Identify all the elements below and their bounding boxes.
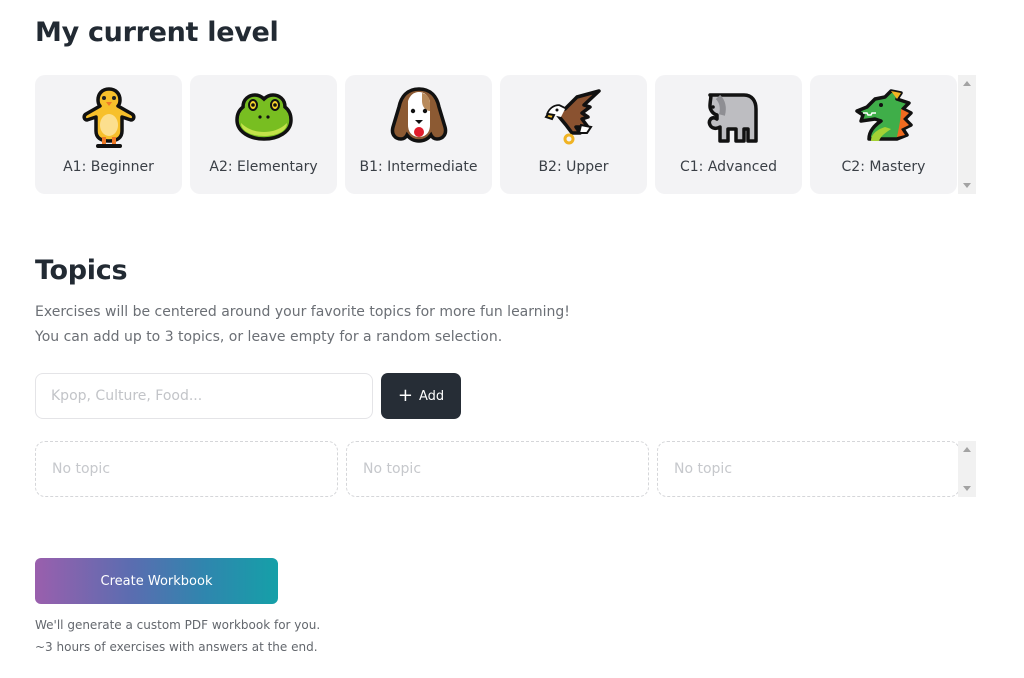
topics-heading: Topics bbox=[35, 255, 128, 286]
level-card-a2[interactable]: A2: Elementary bbox=[190, 75, 337, 194]
topic-input[interactable] bbox=[35, 373, 373, 419]
level-label: B2: Upper bbox=[538, 159, 609, 175]
scroll-up-icon[interactable] bbox=[963, 81, 971, 86]
level-list: A1: Beginner A2: Elementary B1: Intermed… bbox=[35, 75, 976, 194]
scroll-down-icon[interactable] bbox=[963, 183, 971, 188]
frog-icon bbox=[229, 83, 299, 153]
level-label: B1: Intermediate bbox=[359, 159, 478, 175]
plus-icon: + bbox=[397, 385, 413, 406]
level-label: A1: Beginner bbox=[63, 159, 154, 175]
create-note-line2: ~3 hours of exercises with answers at th… bbox=[35, 640, 318, 654]
dog-icon bbox=[384, 83, 454, 153]
topic-slot: No topic bbox=[35, 441, 338, 497]
level-label: C1: Advanced bbox=[679, 159, 777, 175]
create-workbook-button[interactable]: Create Workbook bbox=[35, 558, 278, 604]
level-heading: My current level bbox=[35, 17, 279, 48]
chick-icon bbox=[74, 83, 144, 153]
create-note-line1: We'll generate a custom PDF workbook for… bbox=[35, 618, 321, 632]
level-list-scrollbar[interactable] bbox=[958, 75, 976, 194]
add-label: Add bbox=[418, 388, 445, 404]
eagle-icon bbox=[539, 83, 609, 153]
level-card-c1[interactable]: C1: Advanced bbox=[655, 75, 802, 194]
level-card-b2[interactable]: B2: Upper bbox=[500, 75, 647, 194]
level-card-c2[interactable]: C2: Mastery bbox=[810, 75, 957, 194]
level-card-a1[interactable]: A1: Beginner bbox=[35, 75, 182, 194]
topic-slot: No topic bbox=[657, 441, 960, 497]
topic-slots: No topic No topic No topic bbox=[35, 441, 960, 497]
level-label: A2: Elementary bbox=[209, 159, 318, 175]
dragon-icon bbox=[849, 83, 919, 153]
level-label: C2: Mastery bbox=[841, 159, 926, 175]
topic-slot: No topic bbox=[346, 441, 649, 497]
topics-description-line1: Exercises will be centered around your f… bbox=[35, 304, 570, 320]
elephant-icon bbox=[694, 83, 764, 153]
scroll-up-icon[interactable] bbox=[963, 447, 971, 452]
add-topic-button[interactable]: + Add bbox=[381, 373, 461, 419]
scroll-down-icon[interactable] bbox=[963, 486, 971, 491]
topics-description-line2: You can add up to 3 topics, or leave emp… bbox=[35, 329, 503, 345]
level-card-b1[interactable]: B1: Intermediate bbox=[345, 75, 492, 194]
topic-slots-scrollbar[interactable] bbox=[958, 441, 976, 497]
